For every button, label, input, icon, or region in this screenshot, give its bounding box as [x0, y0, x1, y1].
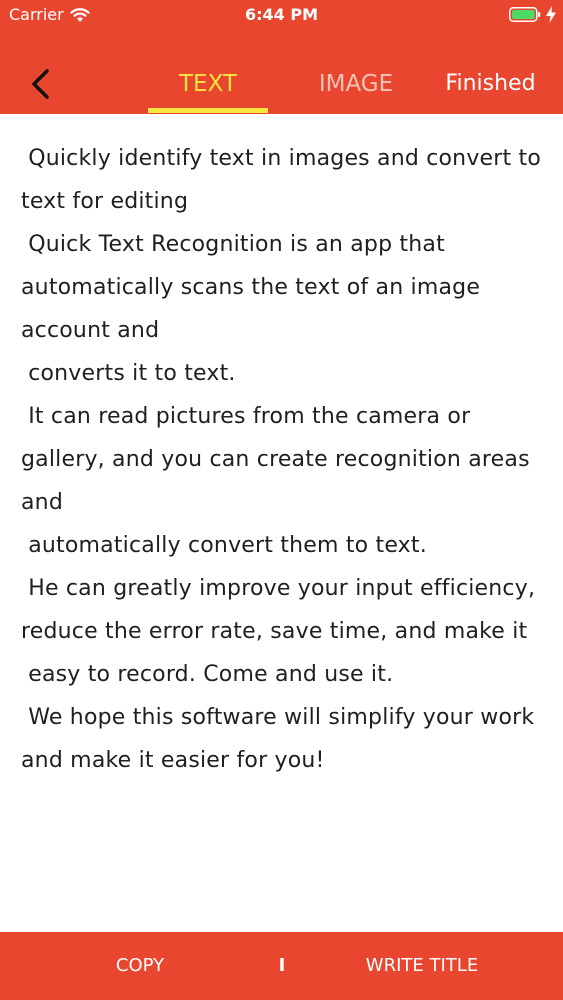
- copy-button[interactable]: COPY: [80, 952, 200, 980]
- recognized-text[interactable]: Quickly identify text in images and conv…: [21, 137, 543, 782]
- charging-bolt-icon: [546, 6, 556, 23]
- nav-bar: TEXT IMAGE Finished: [0, 44, 563, 114]
- tab-image[interactable]: IMAGE: [296, 66, 416, 106]
- top-bar: Carrier 6:44 PM TEXT IMAGE Finished: [0, 0, 563, 114]
- tab-text[interactable]: TEXT: [148, 66, 268, 106]
- toolbar-divider: I: [278, 955, 286, 976]
- back-button[interactable]: [20, 64, 60, 104]
- status-bar: Carrier 6:44 PM: [0, 0, 563, 30]
- tab-selected-indicator: [148, 108, 268, 113]
- status-time: 6:44 PM: [244, 5, 318, 24]
- bottom-toolbar: COPY I WRITE TITLE: [0, 932, 563, 1000]
- chevron-left-icon: [32, 69, 49, 99]
- battery-icon: [509, 7, 541, 22]
- finished-button[interactable]: Finished: [438, 66, 543, 106]
- write-title-button[interactable]: WRITE TITLE: [352, 952, 492, 980]
- recognized-text-area[interactable]: Quickly identify text in images and conv…: [21, 137, 543, 917]
